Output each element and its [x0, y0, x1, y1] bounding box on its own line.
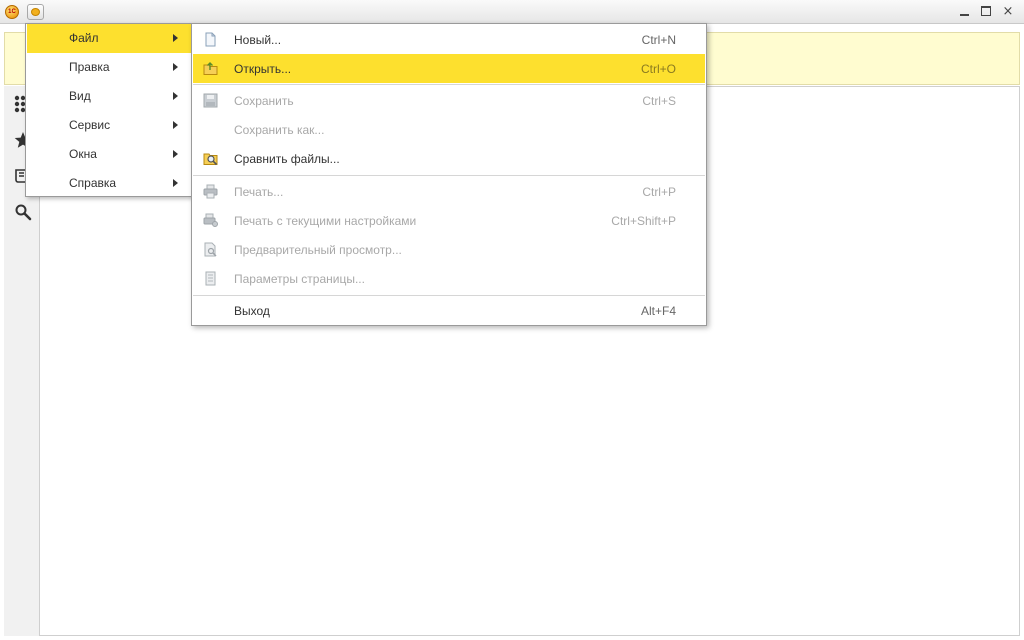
content-right-border [1019, 86, 1020, 636]
menu-item-view[interactable]: Вид [27, 82, 191, 111]
menu-item-file[interactable]: Файл [27, 24, 191, 53]
menu-item-label: Окна [69, 147, 97, 161]
preview-icon [204, 242, 217, 257]
menu-item-print-preview[interactable]: Предварительный просмотр... [193, 235, 705, 264]
maximize-button[interactable] [978, 3, 994, 19]
menu-item-page-setup[interactable]: Параметры страницы... [193, 264, 705, 293]
print-current-icon [203, 213, 218, 227]
close-button[interactable]: × [1000, 3, 1016, 19]
menu-item-edit[interactable]: Правка [27, 53, 191, 82]
submenu-arrow-icon [173, 179, 178, 187]
app-logo-icon[interactable]: 1С [5, 5, 19, 19]
page-setup-icon [205, 271, 216, 286]
menu-item-label: Файл [69, 31, 99, 45]
maximize-icon [981, 6, 991, 16]
menu-item-label: Сервис [69, 118, 111, 132]
menu-item-label: Предварительный просмотр... [234, 243, 402, 257]
menu-item-label: Печать... [234, 185, 284, 199]
shortcut-label: Ctrl+P [642, 185, 676, 199]
menu-item-label: Сравнить файлы... [234, 152, 340, 166]
shortcut-label: Ctrl+S [642, 94, 676, 108]
menu-item-label: Новый... [234, 33, 282, 47]
shortcut-label: Alt+F4 [640, 304, 676, 318]
shortcut-label: Ctrl+Shift+P [611, 214, 676, 228]
menu-item-label: Печать с текущими настройками [234, 214, 417, 228]
menu-item-print-current[interactable]: Печать с текущими настройками Ctrl+Shift… [193, 206, 705, 235]
menu-item-service[interactable]: Сервис [27, 111, 191, 140]
shortcut-label: Ctrl+N [641, 33, 676, 47]
content-bottom-border [4, 635, 1020, 636]
menu-item-exit[interactable]: Выход Alt+F4 [193, 296, 705, 325]
print-icon [203, 184, 218, 199]
compare-files-icon [203, 153, 218, 166]
menu-item-help[interactable]: Справка [27, 169, 191, 198]
open-folder-icon [203, 62, 218, 75]
menu-item-label: Сохранить [234, 94, 294, 108]
submenu-arrow-icon [173, 63, 178, 71]
menu-item-compare-files[interactable]: Сравнить файлы... [193, 144, 705, 173]
menu-item-label: Правка [69, 60, 110, 74]
menu-item-new[interactable]: Новый... Ctrl+N [193, 25, 705, 54]
menu-item-label: Сохранить как... [234, 123, 325, 137]
menu-item-save[interactable]: Сохранить Ctrl+S [193, 86, 705, 115]
menu-separator [193, 84, 705, 85]
new-document-icon [205, 32, 216, 47]
window-controls: × [956, 3, 1016, 19]
submenu-arrow-icon [173, 92, 178, 100]
minimize-button[interactable] [956, 3, 972, 19]
submenu-arrow-icon [173, 150, 178, 158]
menu-item-windows[interactable]: Окна [27, 140, 191, 169]
menu-separator [193, 175, 705, 176]
main-menu: Файл Правка Вид Сервис Окна Справка [25, 23, 193, 197]
save-icon [203, 93, 218, 108]
menu-item-label: Выход [234, 304, 270, 318]
minimize-icon [959, 14, 969, 16]
menu-item-label: Справка [69, 176, 117, 190]
search-icon[interactable] [14, 203, 32, 221]
file-submenu: Новый... Ctrl+N Открыть... Ctrl+O Сохран… [191, 23, 707, 326]
menu-item-open[interactable]: Открыть... Ctrl+O [193, 54, 705, 83]
main-menu-button[interactable] [27, 4, 44, 20]
menu-item-label: Открыть... [234, 62, 292, 76]
submenu-arrow-icon [173, 121, 178, 129]
shortcut-label: Ctrl+O [640, 62, 676, 76]
submenu-arrow-icon [173, 34, 178, 42]
menu-item-label: Вид [69, 89, 91, 103]
menu-item-print[interactable]: Печать... Ctrl+P [193, 177, 705, 206]
menu-item-save-as[interactable]: Сохранить как... [193, 115, 705, 144]
close-icon: × [1002, 3, 1014, 19]
menu-item-label: Параметры страницы... [234, 272, 365, 286]
title-bar: 1С × [0, 0, 1024, 24]
